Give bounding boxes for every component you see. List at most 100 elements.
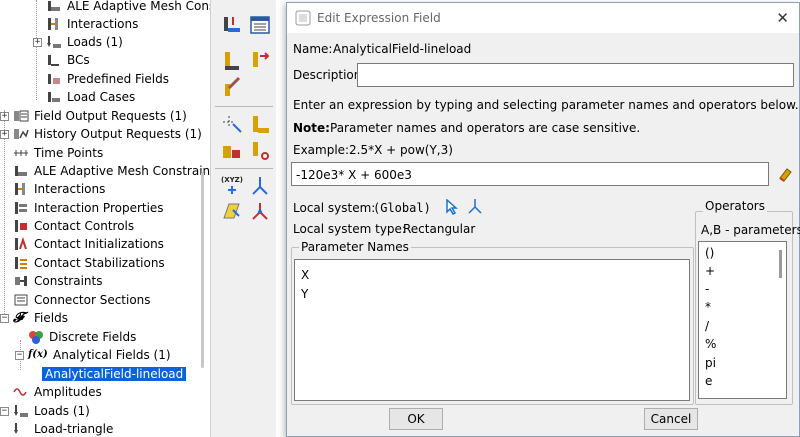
create-interaction-tool-icon[interactable] (221, 114, 243, 136)
create-datum-axis-tool-icon[interactable] (249, 174, 271, 196)
tree-item-label: Connector Sections (34, 293, 151, 307)
name-value: AnalyticalField-lineload (333, 42, 472, 56)
tree-item-label: Discrete Fields (49, 330, 137, 344)
tree-item-label: Interactions (34, 182, 106, 196)
toolbox-separator (215, 106, 273, 107)
operator-item[interactable]: () (705, 246, 714, 260)
close-icon[interactable]: ✕ (776, 9, 789, 27)
analytical-field-icon: f(x) (28, 349, 48, 360)
tree-item-bcs-sub[interactable]: BCs (46, 51, 90, 69)
tree-item-fields[interactable]: − 𝓕 Fields (0, 309, 68, 327)
collapse-icon[interactable]: − (0, 406, 9, 416)
tree-item-loads-sub[interactable]: + Loads (1) (33, 33, 123, 51)
parameter-names-list[interactable]: X Y (294, 259, 690, 401)
expression-input[interactable]: -120e3* X + 600e3 (291, 162, 769, 186)
description-field[interactable] (357, 63, 794, 87)
instruction-text: Enter an expression by typing and select… (293, 98, 799, 112)
operator-item[interactable]: % (705, 337, 716, 351)
tree-item-contact-stabilizations[interactable]: Contact Stabilizations (13, 254, 165, 272)
predefined-field-icon (46, 72, 62, 86)
create-predefined-field-tool-icon[interactable] (221, 76, 243, 98)
local-system-type-value: Rectangular (403, 222, 476, 236)
operator-item[interactable]: pi (705, 356, 716, 370)
tree-item-ale-mesh-sub[interactable]: ALE Adaptive Mesh Cons (46, 0, 210, 15)
list-item[interactable]: Y (301, 287, 308, 301)
dialog-titlebar[interactable]: Edit Expression Field ✕ (287, 3, 799, 33)
tree-item-connector-sections[interactable]: Connector Sections (13, 291, 151, 309)
pointer-icon[interactable] (445, 198, 459, 218)
contact-init-icon (13, 236, 29, 251)
tree-item-history-output-requests[interactable]: + History Output Requests (1) (0, 125, 202, 143)
tree-item-label: Fields (34, 311, 68, 325)
contact-stab-icon (13, 256, 29, 270)
tree-item-analyticalfield-lineload[interactable]: AnalyticalField-lineload (42, 365, 187, 383)
tree-item-label: BCs (67, 53, 90, 67)
collapse-icon[interactable]: − (15, 350, 24, 360)
tree-item-predefined-fields-sub[interactable]: Predefined Fields (46, 70, 169, 88)
tree-item-label: Contact Stabilizations (34, 256, 165, 270)
toolbox-separator (215, 168, 273, 169)
tree-item-interaction-properties[interactable]: Interaction Properties (13, 199, 164, 217)
csys-axis-icon[interactable] (467, 198, 483, 217)
tree-item-discrete-fields[interactable]: Discrete Fields (28, 328, 136, 346)
constraint-icon (13, 274, 29, 288)
tree-item-contact-initializations[interactable]: Contact Initializations (13, 235, 164, 253)
ok-button[interactable]: OK (389, 408, 443, 430)
interaction-property-icon (13, 201, 29, 215)
tree-item-loads[interactable]: − Loads (1) (0, 402, 90, 420)
create-datum-plane-tool-icon[interactable] (221, 200, 243, 222)
tree-item-ale-adaptive-mesh-constraints[interactable]: ALE Adaptive Mesh Constraints (13, 162, 210, 180)
dialog-app-icon (295, 10, 311, 26)
operator-item[interactable]: / (705, 319, 709, 333)
operator-item[interactable]: - (705, 282, 709, 296)
expand-icon[interactable]: + (33, 37, 42, 47)
load-manager-tool-icon[interactable] (249, 14, 271, 36)
svg-text:(XYZ): (XYZ) (221, 176, 243, 184)
list-item[interactable]: X (301, 268, 309, 282)
create-connector-tool-icon[interactable] (249, 140, 271, 162)
tree-scrollbar[interactable] (201, 172, 204, 368)
amplitude-icon (13, 385, 29, 399)
tree-item-label: Interactions (67, 17, 139, 31)
tree-item-field-output-requests[interactable]: + Field Output Requests (1) (0, 107, 187, 125)
cancel-button[interactable]: Cancel (644, 408, 698, 430)
toolbox: (XYZ) (210, 0, 276, 437)
bc-manager-tool-icon[interactable] (249, 50, 271, 72)
tree-item-label: ALE Adaptive Mesh Constraints (34, 164, 210, 178)
operator-item[interactable]: + (705, 264, 715, 278)
load-icon (13, 404, 29, 418)
tree-item-analytical-fields[interactable]: − f(x) Analytical Fields (1) (15, 346, 171, 364)
tree-item-label: Load-triangle (34, 422, 114, 436)
tree-item-load-cases-sub[interactable]: Load Cases (46, 88, 135, 106)
tree-item-amplitudes[interactable]: Amplitudes (13, 383, 102, 401)
operator-item[interactable]: * (705, 300, 711, 314)
tree-item-label: AnalyticalField-lineload (42, 367, 187, 381)
tree-item-load-triangle[interactable]: Load-triangle (13, 420, 113, 437)
tree-item-time-points[interactable]: Time Points (13, 144, 103, 162)
description-label: Description: (293, 68, 366, 82)
tree-item-interactions-sub[interactable]: Interactions (46, 15, 138, 33)
tree-item-label: Predefined Fields (67, 72, 170, 86)
interaction-property-tool-icon[interactable] (249, 114, 271, 136)
local-system-label: Local system: (293, 201, 376, 215)
create-datum-point-tool-icon[interactable] (249, 200, 271, 222)
expand-icon[interactable]: + (0, 129, 9, 139)
expand-icon[interactable]: + (0, 111, 9, 121)
create-constraint-tool-icon[interactable] (221, 140, 243, 162)
tree-item-label: Constraints (34, 274, 103, 288)
tree-item-interactions[interactable]: Interactions (13, 180, 105, 198)
tree-item-contact-controls[interactable]: Contact Controls (13, 217, 134, 235)
operator-item[interactable]: e (705, 374, 712, 388)
create-bc-tool-icon[interactable] (221, 50, 243, 72)
collapse-icon[interactable]: − (0, 313, 9, 323)
tree-item-constraints[interactable]: Constraints (13, 272, 102, 290)
create-datum-csys-tool-icon[interactable]: (XYZ) (221, 174, 243, 196)
operators-scrollbar[interactable] (779, 250, 782, 278)
load-icon (46, 35, 62, 49)
tree-item-label: Analytical Fields (1) (53, 348, 171, 362)
dialog-title: Edit Expression Field (317, 11, 441, 25)
tree-item-label: Interaction Properties (34, 201, 164, 215)
create-load-tool-icon[interactable] (221, 14, 243, 36)
eraser-icon[interactable] (777, 166, 793, 185)
operators-list[interactable]: () + - * / % pi e (698, 241, 787, 399)
